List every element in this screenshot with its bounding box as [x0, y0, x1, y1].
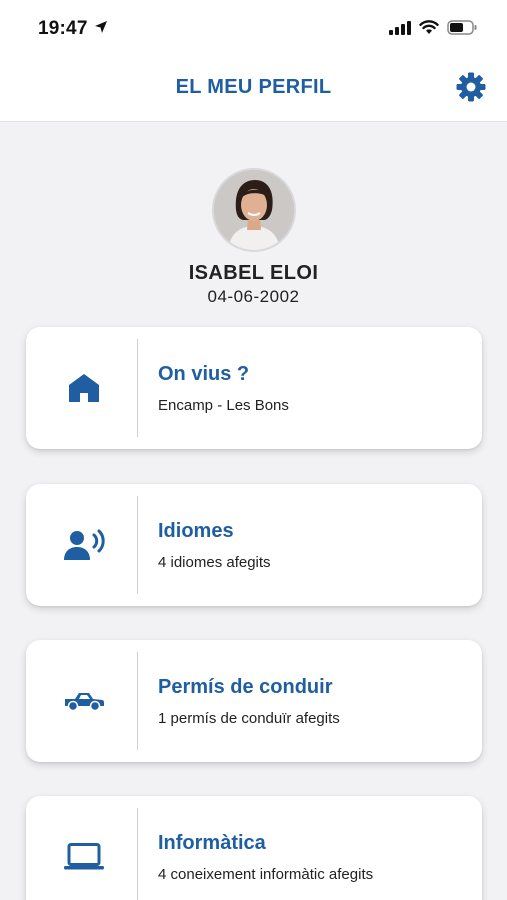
- wifi-icon: [419, 20, 439, 40]
- card-idiomes[interactable]: Idiomes 4 idiomes afegits: [26, 484, 482, 606]
- card-title: Idiomes: [158, 520, 234, 542]
- card-permis-conduir[interactable]: Permís de conduir 1 permís de conduïr af…: [26, 640, 482, 762]
- card-divider: [137, 339, 138, 437]
- home-icon: [56, 368, 112, 408]
- card-on-vius[interactable]: On vius ? Encamp - Les Bons: [26, 327, 482, 449]
- card-title: Permís de conduir: [158, 676, 333, 698]
- avatar-photo: [213, 170, 294, 250]
- card-divider: [137, 652, 138, 750]
- card-divider: [137, 808, 138, 900]
- page-title: EL MEU PERFIL: [175, 76, 332, 98]
- card-subtitle: 1 permís de conduïr afegits: [158, 710, 340, 727]
- settings-button[interactable]: [455, 71, 487, 103]
- speaking-person-icon: [56, 525, 112, 565]
- status-time: 19:47: [38, 18, 88, 39]
- card-title: Informàtica: [158, 832, 266, 854]
- header: EL MEU PERFIL: [0, 54, 507, 122]
- profile-name: ISABEL ELOI: [188, 262, 319, 284]
- status-bar: 19:47: [0, 0, 507, 54]
- location-arrow-icon: [94, 20, 108, 39]
- gear-icon: [455, 72, 487, 107]
- signal-icon: [389, 20, 411, 40]
- card-divider: [137, 496, 138, 594]
- card-subtitle: Encamp - Les Bons: [158, 397, 289, 414]
- profile-section: ISABEL ELOI 04-06-2002: [0, 168, 507, 307]
- card-informatica[interactable]: Informàtica 4 coneixement informàtic afe…: [26, 796, 482, 900]
- laptop-icon: [56, 837, 112, 877]
- card-subtitle: 4 coneixement informàtic afegits: [158, 866, 374, 883]
- avatar[interactable]: [211, 168, 296, 252]
- status-indicators: [389, 20, 477, 40]
- battery-icon: [447, 20, 477, 40]
- card-subtitle: 4 idiomes afegits: [158, 554, 271, 571]
- car-icon: [56, 681, 112, 721]
- profile-birth-date: 04-06-2002: [207, 287, 300, 306]
- card-title: On vius ?: [158, 363, 250, 385]
